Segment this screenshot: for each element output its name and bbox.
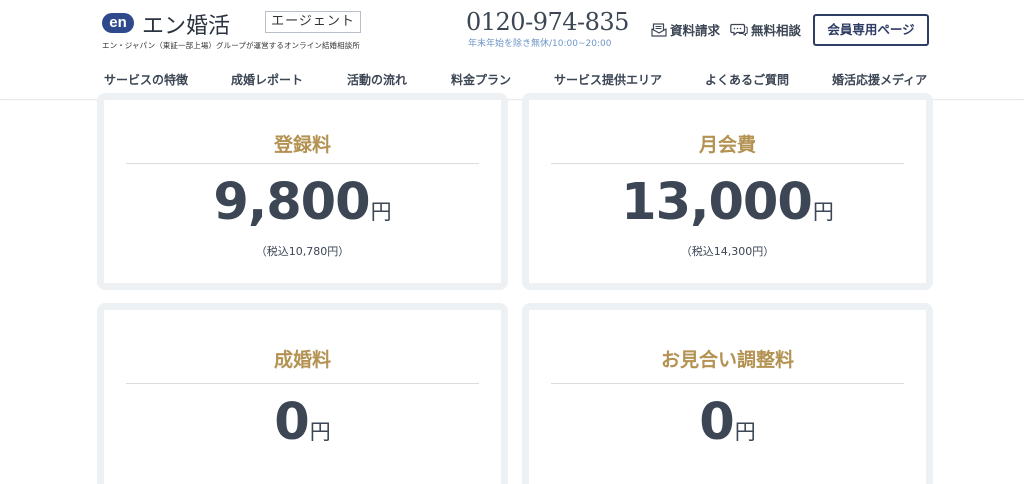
card-divider: [551, 383, 904, 384]
pricing-card-matching: お見合い調整料 0円: [522, 303, 933, 484]
request-docs-label: 資料請求: [670, 23, 721, 38]
nav-item-pricing[interactable]: 料金プラン: [451, 72, 511, 88]
price-amount: 0: [274, 393, 309, 452]
card-title: 登録料: [273, 134, 331, 156]
chat-bubble-icon: [730, 23, 748, 37]
nav-item-area[interactable]: サービス提供エリア: [554, 72, 662, 88]
request-docs-link[interactable]: 資料請求: [651, 20, 720, 39]
pricing-card-monthly: 月会費 13,000円 （税込14,300円）: [522, 93, 933, 290]
card-divider: [551, 163, 904, 164]
price-tax-included: （税込14,300円）: [680, 245, 775, 258]
pricing-section: 登録料 9,800円 （税込10,780円） 月会費 13,000円 （税込14…: [0, 93, 1024, 484]
price-unit: 円: [812, 200, 834, 224]
card-title: 成婚料: [273, 349, 331, 371]
phone-number[interactable]: 0120-974-835: [466, 8, 629, 36]
logo-subtitle: エン・ジャパン（東証一部上場）グループが運営するオンライン結婚相談所: [102, 41, 360, 50]
price: 13,000円: [529, 173, 926, 232]
price: 9,800円: [104, 173, 501, 232]
logo-agent-label: エージェント: [265, 11, 361, 33]
price-unit: 円: [370, 200, 392, 224]
phone-block[interactable]: 0120-974-835 年末年始を除き無休/10:00~20:00: [466, 8, 629, 50]
en-logo-badge: en: [102, 13, 134, 33]
site-logo[interactable]: en エン婚活 エージェント エン・ジャパン（東証一部上場）グループが運営するオ…: [102, 10, 422, 54]
price: 0円: [529, 393, 926, 452]
card-divider: [126, 383, 479, 384]
card-title: 月会費: [698, 134, 756, 156]
member-page-button[interactable]: 会員専用ページ: [813, 14, 929, 46]
price-amount: 13,000: [621, 173, 813, 232]
nav-item-features[interactable]: サービスの特徴: [104, 72, 188, 88]
price-amount: 9,800: [213, 173, 370, 232]
nav-item-media[interactable]: 婚活応援メディア: [832, 72, 927, 88]
pricing-card-marriage: 成婚料 0円: [97, 303, 508, 484]
price-unit: 円: [309, 420, 331, 444]
nav-item-faq[interactable]: よくあるご質問: [705, 72, 789, 88]
nav-item-flow[interactable]: 活動の流れ: [347, 72, 407, 88]
site-header: en エン婚活 エージェント エン・ジャパン（東証一部上場）グループが運営するオ…: [0, 0, 1024, 100]
phone-hours: 年末年始を除き無休/10:00~20:00: [468, 39, 612, 49]
main-nav: サービスの特徴 成婚レポート 活動の流れ 料金プラン サービス提供エリア よくあ…: [0, 72, 1024, 90]
pricing-card-registration: 登録料 9,800円 （税込10,780円）: [97, 93, 508, 290]
price: 0円: [104, 393, 501, 452]
card-title: お見合い調整料: [660, 349, 794, 371]
price-tax-included: （税込10,780円）: [255, 245, 350, 258]
nav-item-reports[interactable]: 成婚レポート: [231, 72, 303, 88]
price-unit: 円: [734, 420, 756, 444]
logo-title: エン婚活: [142, 14, 231, 39]
card-divider: [126, 163, 479, 164]
free-consult-link[interactable]: 無料相談: [730, 20, 801, 39]
price-amount: 0: [699, 393, 734, 452]
free-consult-label: 無料相談: [751, 23, 802, 38]
document-mail-icon: [651, 22, 667, 37]
